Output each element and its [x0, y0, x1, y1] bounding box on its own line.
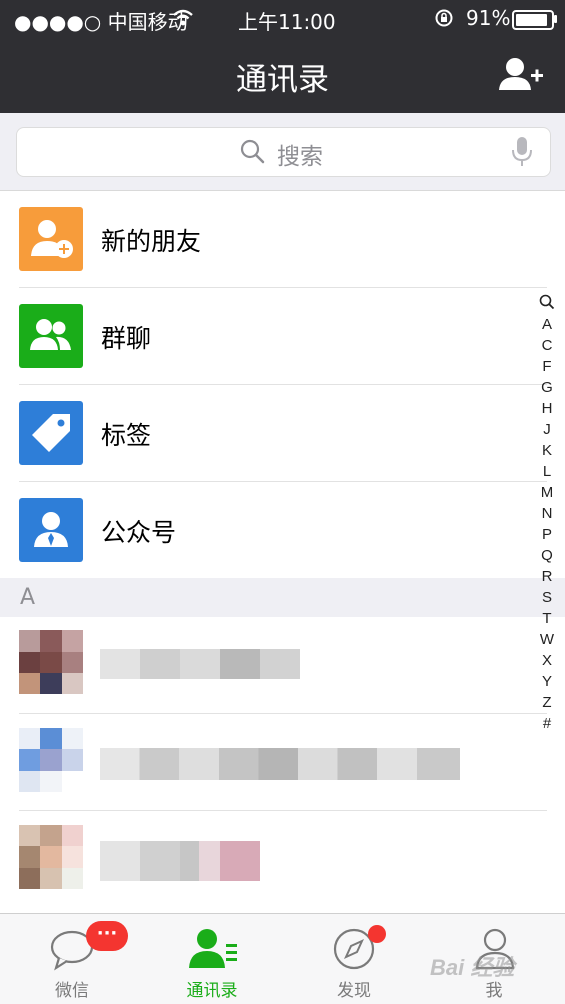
official-account-icon — [19, 498, 83, 562]
tab-contacts-label: 通讯录 — [186, 981, 238, 1001]
microphone-icon[interactable] — [511, 136, 533, 168]
index-letter[interactable]: S — [537, 587, 557, 608]
contact-name-redacted — [100, 748, 460, 780]
contact-name-redacted — [100, 649, 300, 679]
index-letter[interactable]: A — [537, 314, 557, 335]
new-friends-item[interactable] — [0, 191, 565, 287]
index-letter[interactable]: F — [537, 356, 557, 377]
index-letter[interactable]: C — [537, 335, 557, 356]
index-letter[interactable]: T — [537, 608, 557, 629]
index-letter[interactable]: R — [537, 566, 557, 587]
rotation-lock-icon — [435, 9, 453, 27]
search-placeholder: 搜索 — [277, 144, 323, 170]
index-letter[interactable]: Q — [537, 545, 557, 566]
index-letter[interactable]: Z — [537, 692, 557, 713]
new-friends-label: 新的朋友 — [101, 227, 202, 256]
index-letter[interactable]: Y — [537, 671, 557, 692]
index-letter[interactable]: M — [537, 482, 557, 503]
tab-discover-label: 发现 — [337, 981, 371, 1001]
index-search-icon[interactable] — [539, 294, 555, 310]
index-letter[interactable]: # — [537, 713, 557, 734]
index-letter[interactable]: H — [537, 398, 557, 419]
section-header — [0, 578, 565, 617]
index-letter[interactable]: N — [537, 503, 557, 524]
contact-row[interactable] — [0, 714, 530, 810]
tags-label: 标签 — [101, 421, 152, 450]
watermark-logo: Bai 经验 — [430, 955, 515, 980]
wifi-icon — [173, 9, 193, 26]
contact-avatar — [19, 728, 83, 792]
contact-name-redacted — [100, 841, 260, 881]
index-letter[interactable]: L — [537, 461, 557, 482]
section-header-label: A — [20, 585, 36, 610]
index-letter[interactable]: J — [537, 419, 557, 440]
carrier-label: ●●●●○ 中国移动 — [14, 10, 188, 34]
index-letter[interactable]: G — [537, 377, 557, 398]
contact-row[interactable] — [0, 811, 530, 907]
index-letter[interactable]: W — [537, 629, 557, 650]
group-chat-icon — [19, 304, 83, 368]
tab-chats-label: 微信 — [55, 981, 89, 1001]
group-chats-label: 群聊 — [101, 324, 152, 353]
status-time: 上午11:00 — [238, 10, 336, 34]
battery-icon — [512, 10, 554, 30]
page-title: 通讯录 — [236, 62, 329, 98]
discover-dot-badge — [368, 925, 386, 943]
contact-row[interactable] — [0, 617, 530, 713]
search-icon — [240, 139, 265, 164]
tag-icon — [19, 401, 83, 465]
contacts-icon — [189, 929, 237, 968]
battery-percent: 91% — [466, 6, 511, 30]
add-contact-icon[interactable] — [498, 57, 546, 93]
contact-avatar — [19, 630, 83, 694]
index-letter[interactable]: K — [537, 440, 557, 461]
contact-avatar — [19, 825, 83, 889]
unread-badge: ··· — [86, 921, 128, 951]
index-letter[interactable]: P — [537, 524, 557, 545]
new-friend-icon — [19, 207, 83, 271]
index-letter[interactable]: X — [537, 650, 557, 671]
official-accounts-label: 公众号 — [101, 518, 177, 547]
